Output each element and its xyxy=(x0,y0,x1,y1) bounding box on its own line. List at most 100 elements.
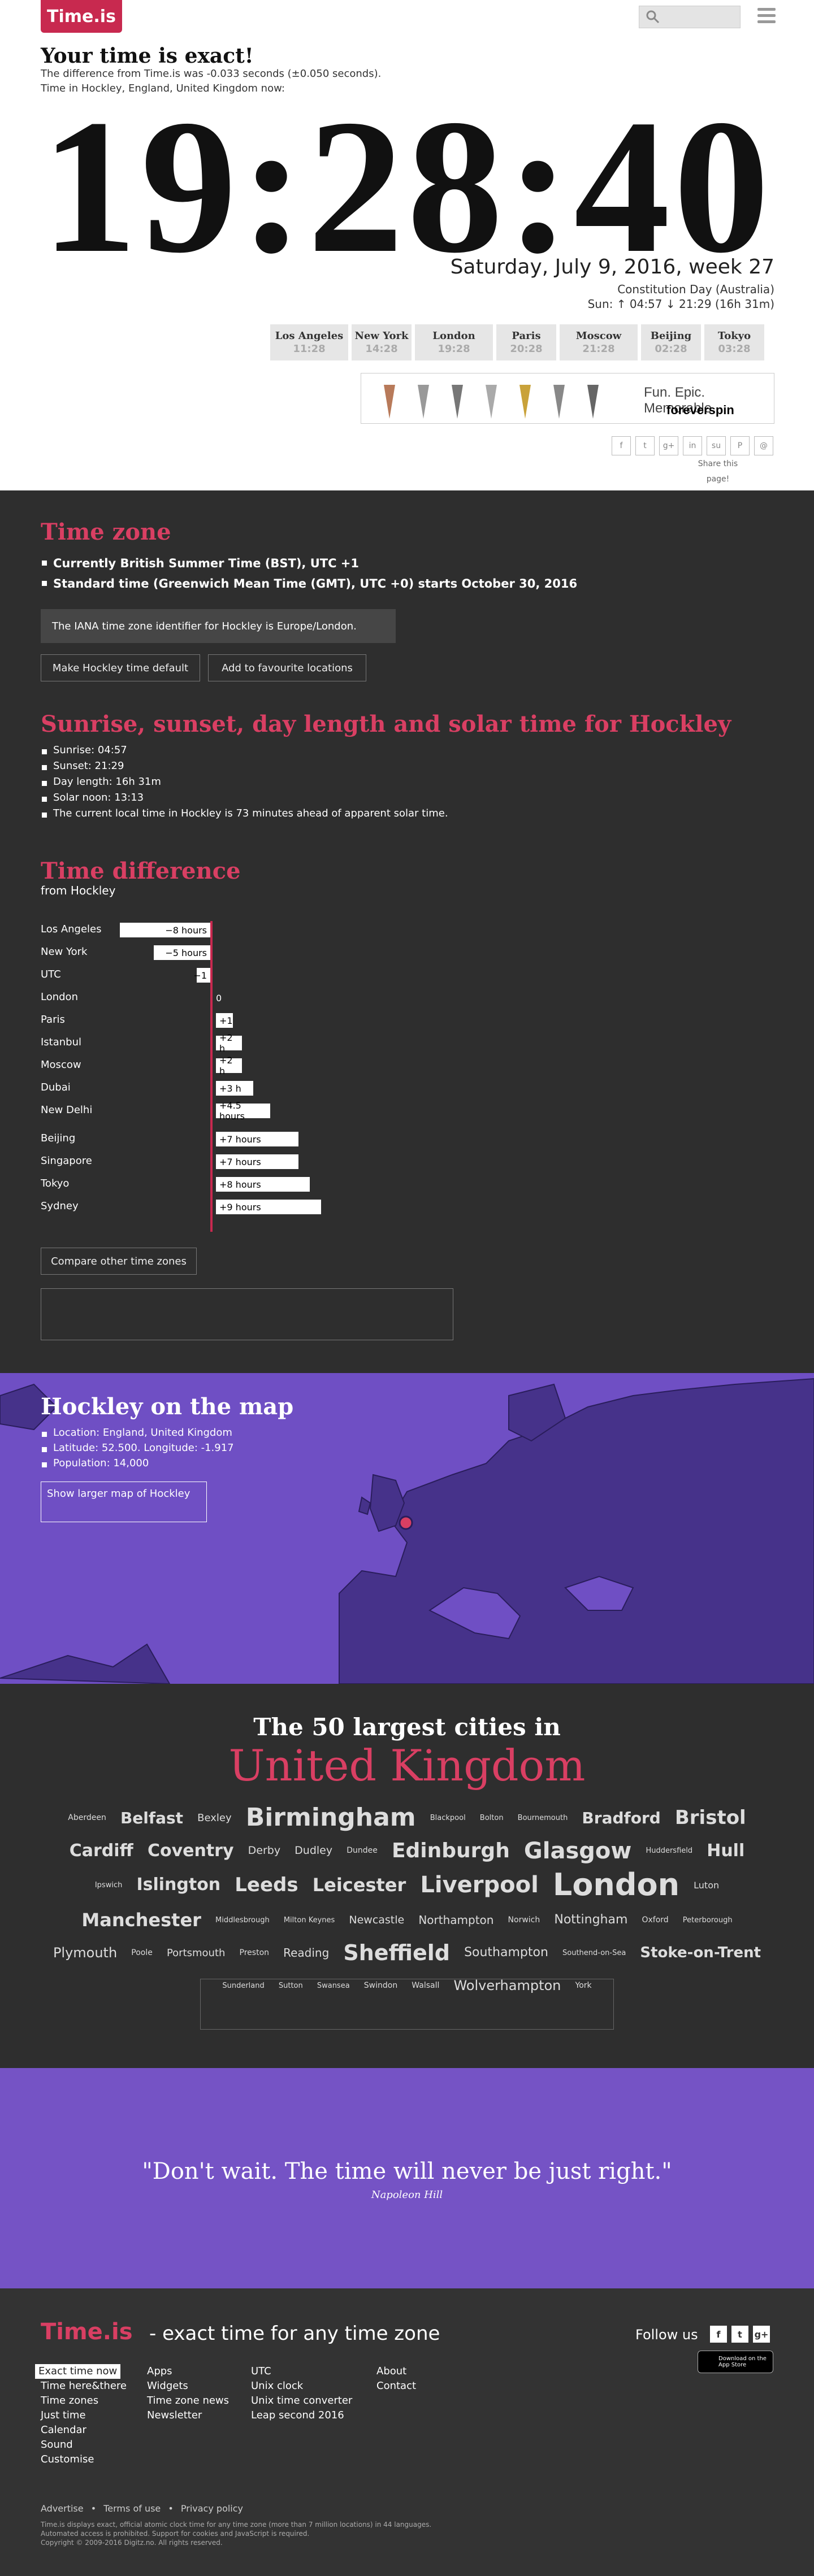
ad-placeholder[interactable] xyxy=(200,1979,614,2030)
twitter-icon[interactable]: t xyxy=(635,436,655,455)
footer-link[interactable]: Exact time now xyxy=(35,2364,121,2379)
pinterest-icon[interactable]: P xyxy=(730,436,750,455)
city-link[interactable]: Glasgow xyxy=(524,1837,631,1865)
city-link[interactable]: Leeds xyxy=(235,1874,298,1897)
world-clock-new-york[interactable]: New York 14:28 xyxy=(352,324,412,360)
city-link[interactable]: Belfast xyxy=(120,1809,183,1828)
footer: Time.is - exact time for any time zone F… xyxy=(0,2288,814,2576)
city-link[interactable]: Leicester xyxy=(313,1874,406,1896)
city-link[interactable]: Coventry xyxy=(148,1841,234,1861)
make-default-button[interactable]: Make Hockley time default xyxy=(41,654,200,681)
city-link[interactable]: Manchester xyxy=(81,1909,201,1931)
city-link[interactable]: Bradford xyxy=(582,1809,660,1828)
city-link[interactable]: Reading xyxy=(283,1946,329,1960)
city-link[interactable]: Birmingham xyxy=(246,1803,416,1833)
footer-link[interactable]: Customise xyxy=(35,2452,127,2467)
city-link[interactable]: Southend-on-Sea xyxy=(562,1949,626,1958)
site-logo[interactable]: Time.is xyxy=(41,0,122,33)
city-time: 19:28 xyxy=(438,343,470,355)
city-link[interactable]: Southampton xyxy=(464,1945,548,1960)
time-difference-row: New Delhi +4.5 hours xyxy=(41,1100,380,1122)
world-clock-paris[interactable]: Paris 20:28 xyxy=(496,324,556,360)
city-link[interactable]: Poole xyxy=(131,1948,153,1958)
city-link[interactable]: Blackpool xyxy=(430,1814,466,1823)
time-difference-bar: +7 hours xyxy=(216,1132,298,1146)
facebook-icon[interactable]: f xyxy=(612,436,631,455)
world-clock-moscow[interactable]: Moscow 21:28 xyxy=(560,324,638,360)
world-clock-london[interactable]: London 19:28 xyxy=(415,324,493,360)
city-link[interactable]: Bexley xyxy=(197,1812,232,1825)
footer-link[interactable]: Unix time converter xyxy=(251,2393,352,2408)
footer-link[interactable]: Calendar xyxy=(35,2423,127,2438)
city-link[interactable]: Norwich xyxy=(508,1915,540,1925)
linkedin-icon[interactable]: in xyxy=(683,436,702,455)
world-clock-los-angeles[interactable]: Los Angeles 11:28 xyxy=(270,324,348,360)
google-plus-icon[interactable]: g+ xyxy=(659,436,678,455)
footer-link[interactable]: Just time xyxy=(35,2408,127,2423)
footer-link[interactable]: Time zones xyxy=(35,2393,127,2408)
facebook-icon[interactable]: f xyxy=(710,2326,727,2343)
city-link[interactable]: Milton Keynes xyxy=(284,1916,335,1925)
map-location: Location: England, United Kingdom xyxy=(41,1425,234,1440)
solar-offset: The current local time in Hockley is 73 … xyxy=(41,806,448,822)
city-link[interactable]: Stoke-on-Trent xyxy=(640,1944,761,1962)
stumbleupon-icon[interactable]: su xyxy=(707,436,726,455)
city-link[interactable]: Aberdeen xyxy=(68,1813,106,1823)
footer-link[interactable]: Time here&there xyxy=(35,2379,127,2393)
city-link[interactable]: Northampton xyxy=(418,1913,493,1927)
city-link[interactable]: Middlesbrough xyxy=(215,1916,270,1925)
google-plus-icon[interactable]: g+ xyxy=(753,2326,770,2343)
email-icon[interactable]: @ xyxy=(754,436,773,455)
footer-link[interactable]: Widgets xyxy=(147,2379,229,2393)
city-link[interactable]: Derby xyxy=(248,1844,280,1857)
footer-link[interactable]: About xyxy=(376,2364,416,2379)
fine-print: Time.is displays exact, official atomic … xyxy=(41,2520,431,2547)
city-link[interactable]: Peterborough xyxy=(683,1916,733,1925)
advertise-link[interactable]: Advertise xyxy=(41,2503,84,2514)
larger-map-button[interactable]: Show larger map of Hockley xyxy=(41,1482,207,1522)
footer-link[interactable]: Unix clock xyxy=(251,2379,352,2393)
city-link[interactable]: Preston xyxy=(240,1948,269,1958)
footer-link[interactable]: UTC xyxy=(251,2364,352,2379)
footer-link[interactable]: Leap second 2016 xyxy=(251,2408,352,2423)
world-clock-tokyo[interactable]: Tokyo 03:28 xyxy=(704,324,764,360)
city-link[interactable]: Bournemouth xyxy=(518,1814,568,1823)
city-link[interactable]: Huddersfield xyxy=(646,1847,692,1856)
city-link[interactable]: Nottingham xyxy=(554,1913,627,1927)
privacy-link[interactable]: Privacy policy xyxy=(181,2503,243,2514)
footer-link[interactable]: Sound xyxy=(35,2438,127,2452)
footer-link[interactable]: Apps xyxy=(147,2364,229,2379)
city-link[interactable]: Portsmouth xyxy=(167,1947,225,1960)
city-link[interactable]: Ipswich xyxy=(95,1881,123,1890)
compare-zones-button[interactable]: Compare other time zones xyxy=(41,1248,197,1275)
city-link[interactable]: London xyxy=(553,1867,679,1904)
twitter-icon[interactable]: t xyxy=(731,2326,748,2343)
city-link[interactable]: Hull xyxy=(707,1841,744,1861)
city-link[interactable]: Oxford xyxy=(642,1915,669,1925)
city-link[interactable]: Cardiff xyxy=(70,1841,133,1861)
footer-link[interactable]: Contact xyxy=(376,2379,416,2393)
app-store-badge[interactable]: Download on the App Store xyxy=(698,2351,773,2373)
add-favourite-button[interactable]: Add to favourite locations xyxy=(208,654,366,681)
world-clock-beijing[interactable]: Beijing 02:28 xyxy=(641,324,701,360)
city-link[interactable]: Luton xyxy=(694,1880,719,1891)
advertisement-banner[interactable]: Fun. Epic. Memorable. foreverspin xyxy=(361,373,774,424)
footer-link[interactable]: Time zone news xyxy=(147,2393,229,2408)
city-link[interactable]: Dudley xyxy=(295,1844,332,1857)
city-link[interactable]: Bolton xyxy=(480,1814,504,1823)
city-link[interactable]: Sheffield xyxy=(343,1940,450,1966)
city-link[interactable]: Plymouth xyxy=(53,1945,117,1961)
city-link[interactable]: Liverpool xyxy=(420,1871,538,1899)
city-link[interactable]: Bristol xyxy=(675,1806,746,1830)
footer-logo[interactable]: Time.is xyxy=(41,2319,133,2345)
city-link[interactable]: Islington xyxy=(136,1875,220,1895)
city-link[interactable]: Newcastle xyxy=(349,1914,404,1927)
city-link[interactable]: Edinburgh xyxy=(392,1839,510,1863)
time-difference-bar: +8 hours xyxy=(216,1177,310,1192)
terms-link[interactable]: Terms of use xyxy=(103,2503,161,2514)
ad-placeholder[interactable] xyxy=(41,1288,453,1340)
search-icon[interactable] xyxy=(644,9,661,25)
menu-icon[interactable] xyxy=(757,7,776,25)
footer-link[interactable]: Newsletter xyxy=(147,2408,229,2423)
city-link[interactable]: Dundee xyxy=(347,1846,378,1856)
